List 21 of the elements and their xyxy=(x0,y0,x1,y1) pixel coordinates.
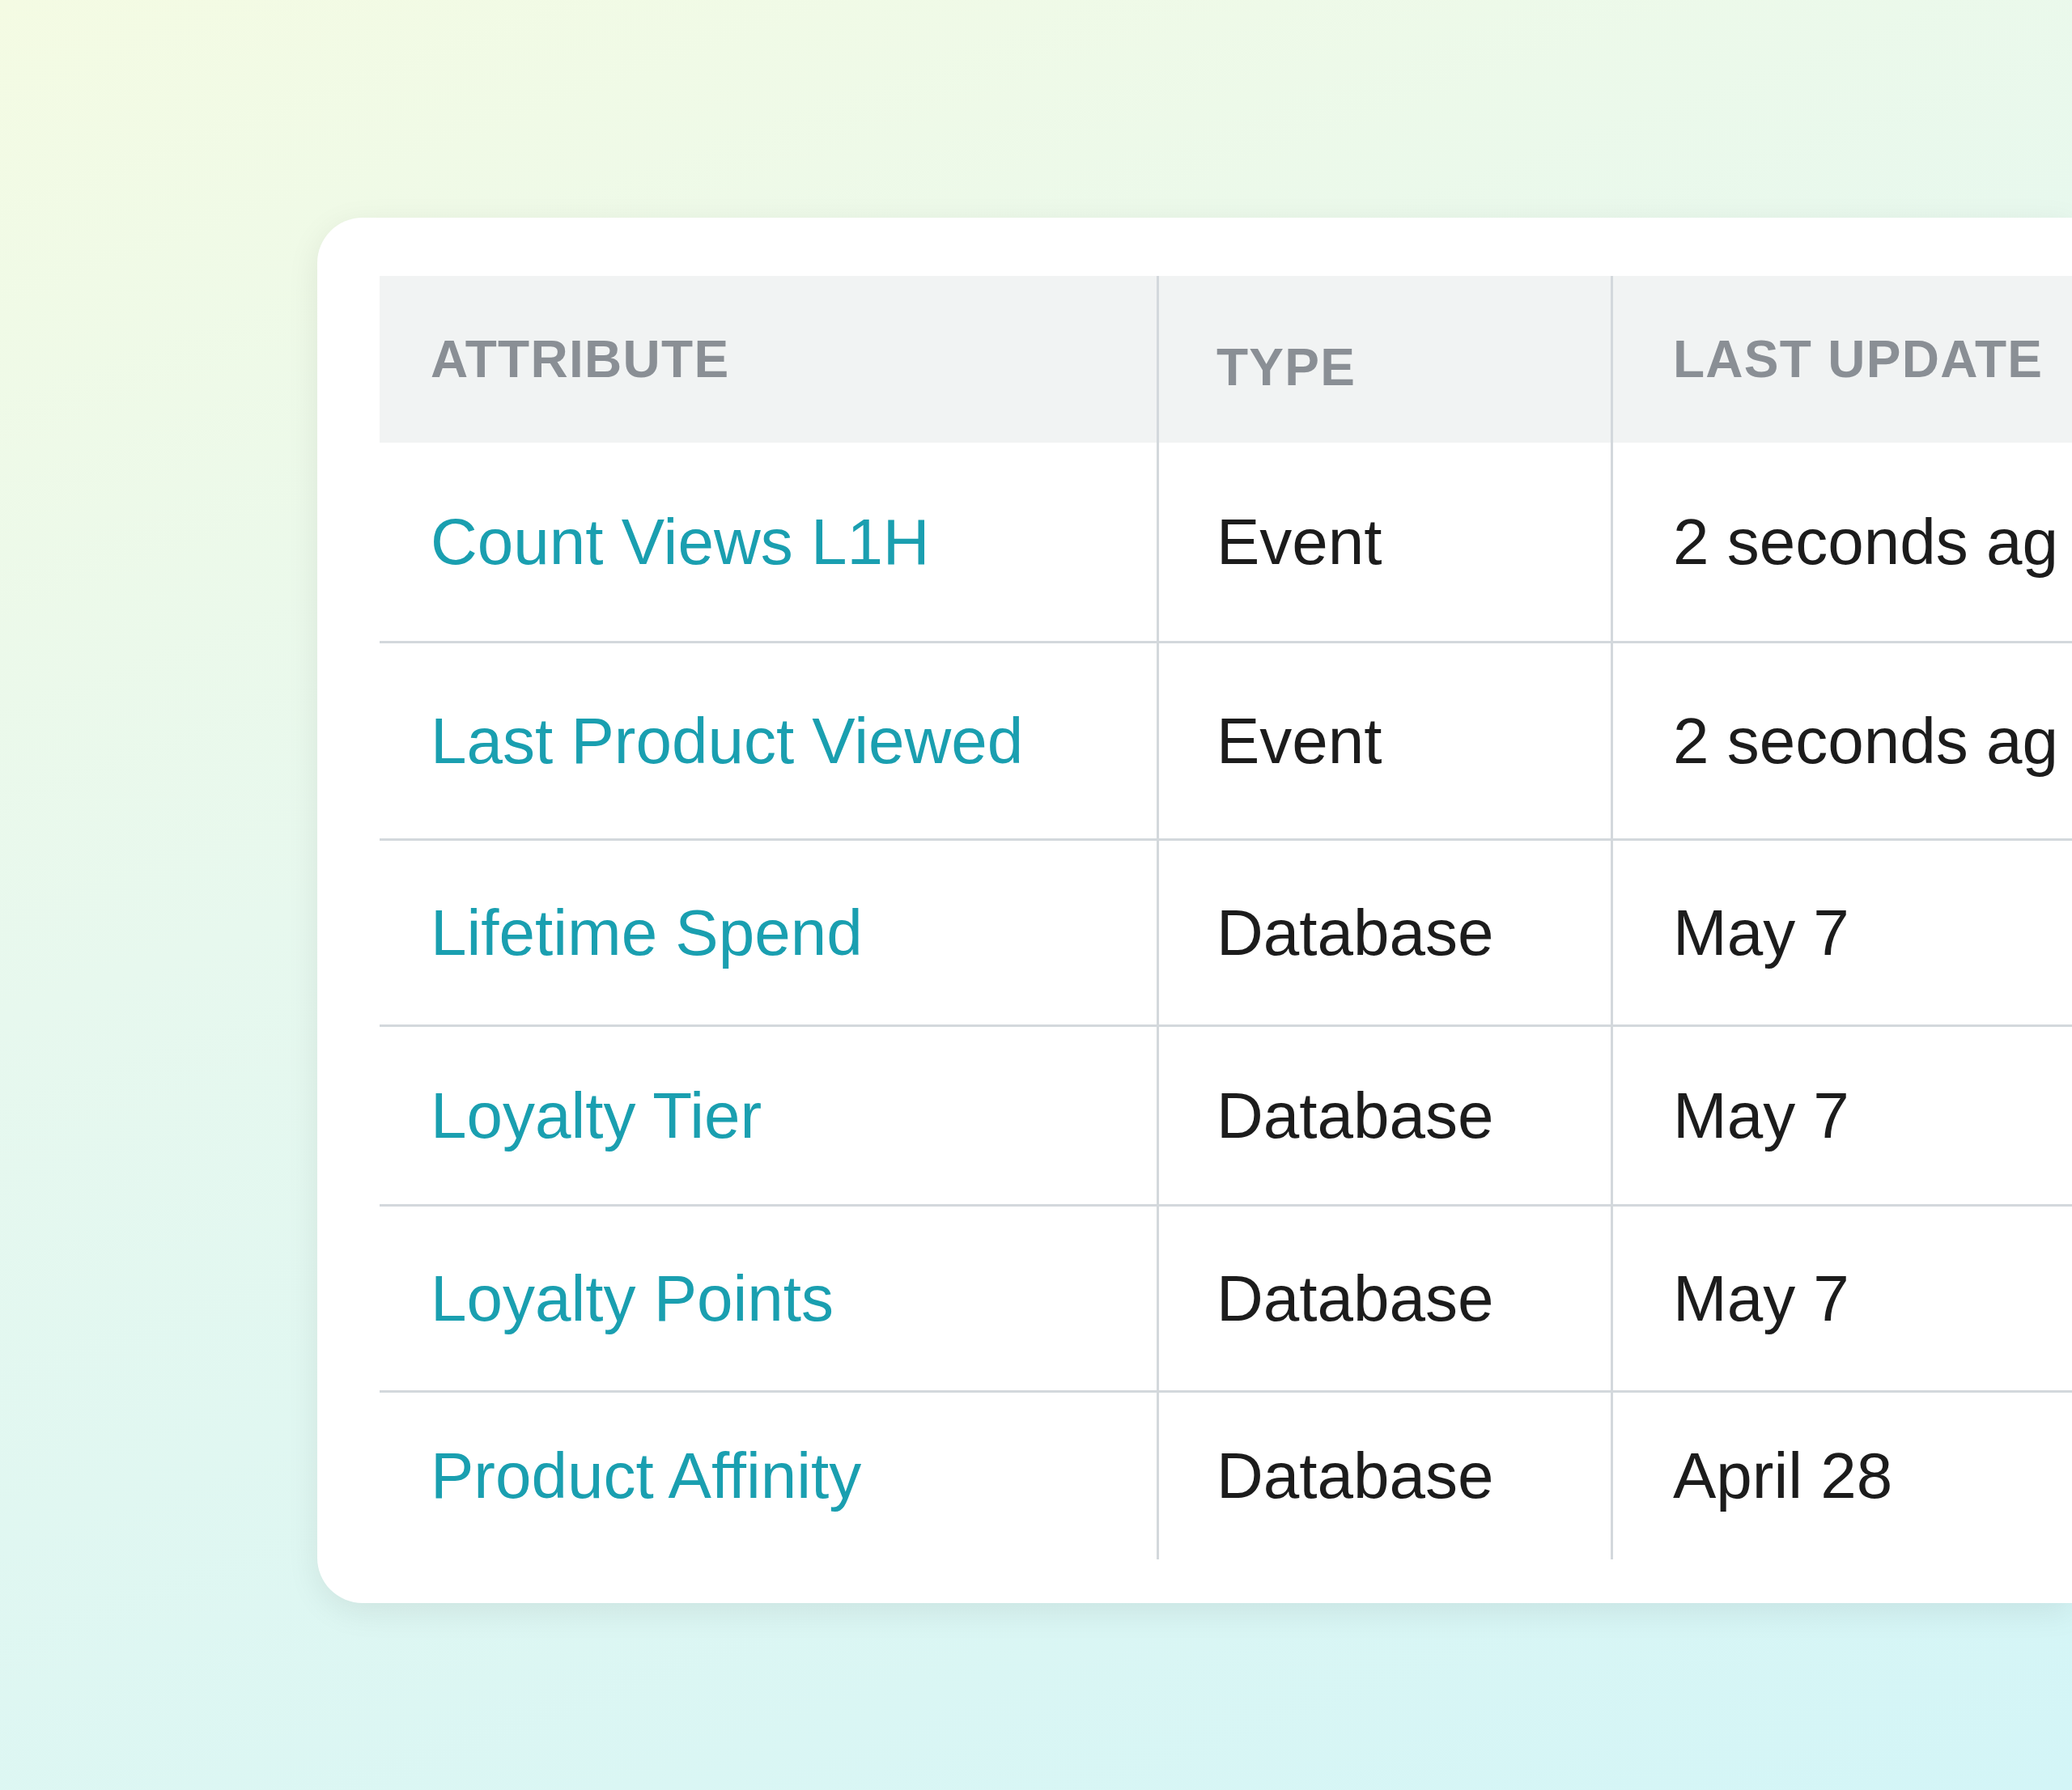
attribute-link[interactable]: Count Views L1H xyxy=(431,493,930,591)
type-cell-text: Database xyxy=(1216,1078,1494,1153)
type-cell-text: Database xyxy=(1216,895,1494,970)
type-cell-text: Database xyxy=(1216,1439,1494,1513)
attribute-link[interactable]: Loyalty Points xyxy=(431,1249,834,1347)
last-updated-cell-text: May 7 xyxy=(1673,895,1849,970)
last-updated-cell-text: May 7 xyxy=(1673,1261,1849,1336)
attribute-link[interactable]: Loyalty Tier xyxy=(431,1067,762,1164)
column-header: LAST UPDATE xyxy=(1673,329,2044,390)
attribute-link[interactable]: Last Product Viewed xyxy=(431,692,1024,790)
attribute-link[interactable]: Lifetime Spend xyxy=(431,884,863,982)
column-header: ATTRIBUTE xyxy=(431,329,730,390)
last-updated-cell-text: May 7 xyxy=(1673,1078,1849,1153)
type-cell-text: Event xyxy=(1216,703,1382,778)
last-updated-cell-text: April 28 xyxy=(1673,1439,1893,1513)
last-updated-cell-text: 2 seconds ag xyxy=(1673,703,2058,778)
type-cell-text: Database xyxy=(1216,1261,1494,1336)
column-header: TYPE xyxy=(1216,337,1357,398)
type-cell-text: Event xyxy=(1216,504,1382,579)
attribute-link[interactable]: Product Affinity xyxy=(431,1427,862,1525)
last-updated-cell-text: 2 seconds ag xyxy=(1673,504,2058,579)
